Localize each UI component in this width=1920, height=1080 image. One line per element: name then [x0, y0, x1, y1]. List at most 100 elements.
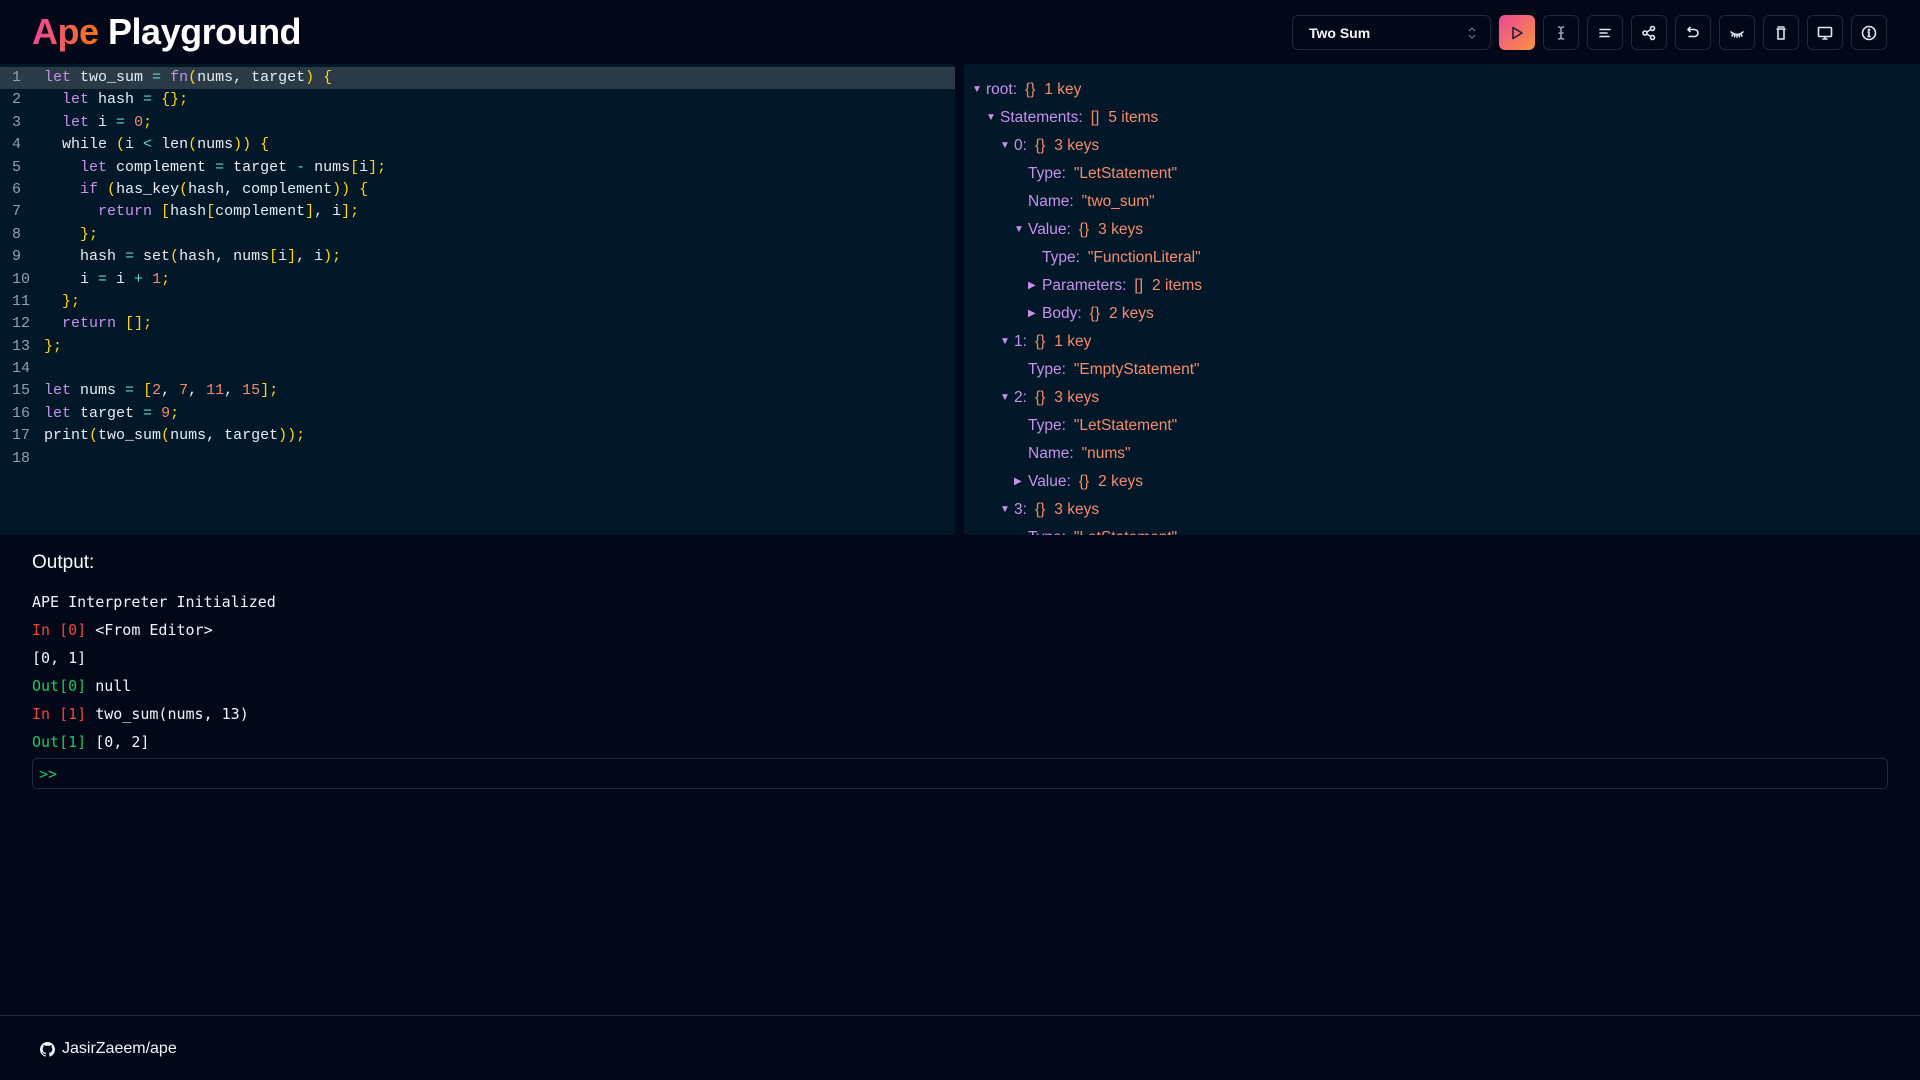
line-number: 10 — [12, 270, 31, 288]
caret-right-icon[interactable]: ▶ — [1028, 300, 1042, 328]
repl-input-box[interactable]: >> — [32, 758, 1888, 789]
output-panel: Output: APE Interpreter Initialized In [0… — [32, 550, 1888, 789]
text-cursor-icon — [1557, 25, 1565, 40]
line-number: 1 — [12, 69, 22, 86]
ast-count: 3 keys — [1054, 137, 1100, 154]
caret-down-icon[interactable]: ▼ — [1000, 384, 1014, 412]
output-line: In [1] two_sum(nums, 13) — [32, 700, 1888, 728]
code-line[interactable]: 13}; — [0, 336, 955, 358]
line-number: 8 — [12, 225, 22, 243]
code-line[interactable]: 10 i = i + 1; — [0, 269, 955, 291]
code-text: i = i + 1; — [44, 270, 171, 288]
caret-down-icon[interactable]: ▼ — [972, 76, 986, 104]
caret-right-icon[interactable]: ▶ — [1028, 272, 1042, 300]
ast-type-bracket: {} — [1034, 501, 1046, 518]
ast-type-bracket: {} — [1025, 81, 1036, 98]
ast-value: "nums" — [1081, 445, 1131, 462]
reset-button[interactable] — [1675, 15, 1711, 50]
github-repo-link[interactable]: JasirZaeem/ape — [40, 1040, 177, 1058]
ast-key: 2: — [1014, 389, 1027, 406]
caret-down-icon[interactable]: ▼ — [1000, 496, 1014, 524]
code-line[interactable]: 7 return [hash[complement], i]; — [0, 201, 955, 223]
repl-input[interactable] — [63, 764, 1887, 783]
code-line[interactable]: 2 let hash = {}; — [0, 89, 955, 111]
ast-node[interactable]: ▶ Body: {} 2 keys — [964, 300, 1920, 328]
ast-key: Name: — [1028, 193, 1074, 210]
share-button[interactable] — [1631, 15, 1667, 50]
code-text: let nums = [2, 7, 11, 15]; — [44, 382, 279, 400]
caret-down-icon[interactable]: ▼ — [986, 104, 1000, 132]
caret-down-icon[interactable]: ▼ — [1000, 132, 1014, 160]
caret-down-icon[interactable]: ▼ — [1000, 328, 1014, 356]
ast-type-bracket: {} — [1078, 221, 1090, 238]
output-title: Output: — [32, 552, 95, 573]
code-line[interactable]: 14 — [0, 358, 955, 380]
code-line[interactable]: 8 }; — [0, 224, 955, 246]
example-select[interactable]: Two Sum — [1292, 15, 1491, 50]
line-number: 15 — [12, 382, 31, 400]
code-line[interactable]: 11 }; — [0, 291, 955, 313]
code-line[interactable]: 17 print(two_sum(nums, target)); — [0, 425, 955, 447]
caret-down-icon[interactable]: ▼ — [1014, 216, 1028, 244]
code-line[interactable]: 12 return []; — [0, 313, 955, 335]
code-text: return []; — [62, 315, 153, 333]
ast-key: Type: — [1028, 417, 1066, 434]
ast-key: Value: — [1028, 221, 1071, 238]
code-editor[interactable]: 1 let two_sum = fn(nums, target) {2 let h… — [0, 64, 955, 535]
caret-right-icon[interactable]: ▶ — [1014, 468, 1028, 496]
code-text: let complement = target - nums[i]; — [80, 158, 387, 176]
ast-node[interactable]: ▼ 2: {} 3 keys — [964, 384, 1920, 412]
code-line[interactable]: 15 let nums = [2, 7, 11, 15]; — [0, 380, 955, 402]
ast-node[interactable]: ▼ root: {} 1 key — [964, 76, 1920, 104]
ast-node[interactable]: ▼ 0: {} 3 keys — [964, 132, 1920, 160]
app-logo: Ape Playground — [32, 11, 302, 53]
ast-node[interactable]: ▼ Statements: [] 5 items — [964, 104, 1920, 132]
clear-button[interactable] — [1763, 15, 1799, 50]
ast-node[interactable]: ▼ 3: {} 3 keys — [964, 496, 1920, 524]
code-line[interactable]: 1 let two_sum = fn(nums, target) { — [0, 67, 955, 90]
ast-count: 3 keys — [1098, 221, 1143, 238]
ast-type-bracket: {} — [1089, 305, 1100, 322]
format-button[interactable] — [1587, 15, 1623, 50]
code-line[interactable]: 3 let i = 0; — [0, 112, 955, 134]
undo-icon — [1687, 26, 1699, 37]
ast-count: 2 keys — [1109, 305, 1154, 322]
output-line: Out[0] null — [32, 672, 1888, 700]
line-number: 6 — [12, 180, 22, 198]
code-text: let target = 9; — [44, 404, 180, 422]
toggle-ast-button[interactable] — [1719, 15, 1755, 50]
ast-key: Type: — [1028, 165, 1066, 182]
ast-node[interactable]: ▶ Value: {} 2 keys — [964, 468, 1920, 496]
ast-type-bracket: {} — [1034, 333, 1046, 350]
ast-node: Name: "nums" — [964, 440, 1920, 468]
line-number: 17 — [12, 427, 31, 445]
ast-count: 3 keys — [1054, 389, 1100, 406]
code-line[interactable]: 6 if (has_key(hash, complement)) { — [0, 179, 955, 201]
ast-type-bracket: {} — [1034, 137, 1046, 154]
line-number: 7 — [12, 203, 22, 221]
ast-node[interactable]: ▼ 1: {} 1 key — [964, 328, 1920, 356]
code-line[interactable]: 4 while (i < len(nums)) { — [0, 134, 955, 156]
ast-node[interactable]: ▶ Parameters: [] 2 items — [964, 272, 1920, 300]
code-line[interactable]: 16 let target = 9; — [0, 403, 955, 425]
ast-type-bracket: [] — [1134, 277, 1144, 294]
code-text: print(two_sum(nums, target)); — [44, 427, 306, 445]
code-text: return [hash[complement], i]; — [98, 203, 360, 221]
code-line[interactable]: 18 — [0, 448, 955, 470]
example-select-value: Two Sum — [1309, 24, 1371, 41]
ast-node[interactable]: ▼ Value: {} 3 keys — [964, 216, 1920, 244]
ast-key: root: — [986, 81, 1018, 98]
ast-key: 3: — [1014, 501, 1027, 518]
cursor-button[interactable] — [1543, 15, 1579, 50]
output-line: APE Interpreter Initialized — [32, 588, 1888, 616]
display-button[interactable] — [1807, 15, 1843, 50]
info-button[interactable] — [1851, 15, 1887, 50]
ast-count: 3 keys — [1054, 501, 1100, 518]
code-text: }; — [44, 337, 63, 355]
run-button[interactable] — [1499, 15, 1535, 50]
ast-count: 2 keys — [1098, 473, 1143, 490]
code-line[interactable]: 5 let complement = target - nums[i]; — [0, 157, 955, 179]
ast-key: Type: — [1042, 249, 1080, 266]
line-number: 11 — [12, 292, 31, 310]
code-line[interactable]: 9 hash = set(hash, nums[i], i); — [0, 246, 955, 268]
